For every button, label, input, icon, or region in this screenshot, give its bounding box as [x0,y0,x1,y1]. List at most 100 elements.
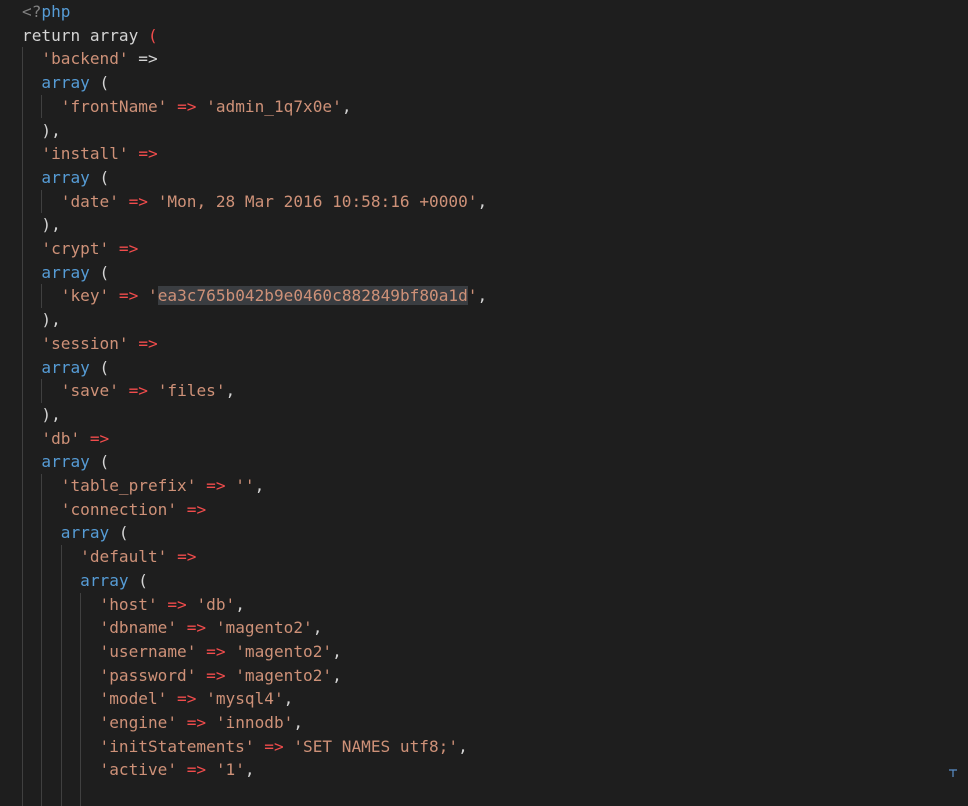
code-token: php [41,2,71,21]
code-line[interactable]: array ( [22,450,109,474]
code-token: array [41,73,90,93]
code-token: '1' [215,760,245,780]
code-token: , [225,381,236,401]
code-line[interactable]: 'initStatements' => 'SET NAMES utf8;', [22,735,468,759]
code-line[interactable]: 'db' => [22,427,109,451]
code-token: ( [89,262,110,282]
code-editor[interactable]: <?php return array ( 'backend' => array (… [0,0,968,806]
code-line[interactable]: array ( [22,356,109,380]
code-line[interactable]: 'engine' => 'innodb', [22,711,304,735]
code-line[interactable]: array ( [22,71,109,95]
code-line[interactable]: return array ( [22,24,158,48]
code-token: , [235,594,245,614]
code-token: 'db' [41,428,81,448]
code-line[interactable]: 'backend' => [22,47,157,71]
code-token: => [186,618,207,638]
code-line[interactable]: ), [22,403,61,427]
code-token: 'password' [99,665,197,685]
code-token: 'username' [99,641,197,661]
code-line[interactable]: 'connection' => [22,498,206,522]
code-line[interactable]: 'password' => 'magento2', [22,664,342,688]
code-line[interactable]: <?php [22,0,70,24]
code-token: ), [22,120,61,140]
code-line[interactable]: 'key' => 'ea3c765b042b9e0460c882849bf80a… [22,284,487,308]
code-line[interactable]: 'model' => 'mysql4', [22,687,294,711]
code-token: 'host' [99,594,158,614]
code-token: 'magento2' [235,665,333,685]
code-token: => [186,713,207,732]
code-token: , [293,713,304,732]
code-token: '' [235,476,255,495]
code-token: 'magento2' [215,618,313,638]
code-token: => [186,499,207,519]
code-line[interactable]: 'save' => 'files', [22,379,235,403]
code-token: ), [22,404,61,424]
code-token: 'crypt' [41,239,110,258]
code-line[interactable]: ), [22,213,60,237]
code-line[interactable]: 'install' => [22,142,157,166]
code-token: => [138,333,158,353]
code-line[interactable]: 'crypt' => [22,237,138,261]
code-token: 'files' [157,381,226,401]
code-line[interactable]: 'active' => '1', [22,758,255,782]
code-line[interactable]: array ( [22,166,109,190]
code-line[interactable]: ), [22,308,60,332]
resize-corner-icon [949,769,957,777]
code-line[interactable]: 'host' => 'db', [22,593,245,617]
code-line[interactable]: array ( [22,569,148,593]
code-line[interactable]: 'username' => 'magento2', [22,640,342,664]
code-line[interactable]: 'dbname' => 'magento2', [22,616,323,640]
code-token: 'engine' [99,713,178,732]
code-line[interactable]: 'default' => [22,545,196,569]
code-token: 'admin_1q7x0e' [206,96,342,116]
code-token: , [254,476,265,495]
code-token: 'db' [196,594,236,614]
code-token: array [41,167,90,187]
code-line[interactable]: ), [22,119,61,143]
code-line[interactable]: 'table_prefix' => '', [22,474,265,498]
code-token: 'backend' [41,49,129,69]
code-token: => [128,381,148,401]
code-line[interactable]: 'session' => [22,332,158,356]
code-line[interactable]: 'frontName' => 'admin_1q7x0e', [22,95,352,119]
code-line[interactable]: 'date' => 'Mon, 28 Mar 2016 10:58:16 +00… [22,190,487,214]
code-token: 'Mon, 28 Mar 2016 10:58:16 +0000' [157,191,478,211]
code-token: , [477,286,488,306]
code-token: 'connection' [60,499,178,519]
code-token: , [244,760,255,780]
code-token: array [89,25,148,45]
code-token: 'active' [99,760,178,780]
code-line[interactable]: array ( [22,261,109,285]
code-token: => [264,736,284,756]
code-line[interactable]: array ( [22,521,129,545]
